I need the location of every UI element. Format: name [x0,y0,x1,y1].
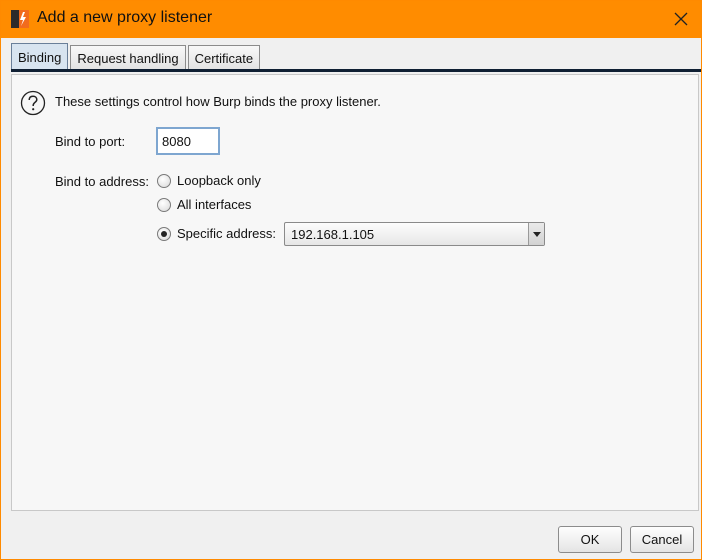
help-icon [20,90,46,116]
cancel-button[interactable]: Cancel [630,526,694,553]
bind-port-label: Bind to port: [55,134,126,149]
tab-binding[interactable]: Binding [11,43,69,70]
title-bar: Add a new proxy listener [1,1,701,38]
radio-all-interfaces[interactable]: All interfaces [157,197,251,212]
ok-button[interactable]: OK [558,526,622,553]
radio-button[interactable] [157,197,171,212]
chevron-down-icon [532,231,541,237]
tab-bar: Binding Request handling Certificate [11,43,262,70]
bind-port-input[interactable] [156,127,220,155]
dropdown-arrow[interactable] [528,223,544,245]
burp-logo-icon [11,10,29,28]
radio-loopback-only[interactable]: Loopback only [157,173,261,188]
dropdown-value: 192.168.1.105 [291,226,375,242]
radio-button[interactable] [157,173,171,188]
radio-button-selected[interactable] [157,226,171,241]
close-button[interactable] [667,6,695,32]
radio-label: Specific address: [177,226,276,241]
radio-label: All interfaces [177,197,252,212]
radio-label: Loopback only [177,173,261,188]
radio-specific-address[interactable]: Specific address: [157,226,276,241]
bind-address-label: Bind to address: [55,174,149,189]
tab-divider [11,69,701,72]
close-icon [674,12,688,26]
specific-address-dropdown[interactable]: 192.168.1.105 [284,222,545,246]
window-title: Add a new proxy listener [37,9,213,26]
dialog-window: Add a new proxy listener Binding Request… [0,0,702,560]
tab-request-handling[interactable]: Request handling [70,45,186,70]
binding-description: These settings control how Burp binds th… [55,94,381,109]
tab-certificate[interactable]: Certificate [187,45,261,70]
